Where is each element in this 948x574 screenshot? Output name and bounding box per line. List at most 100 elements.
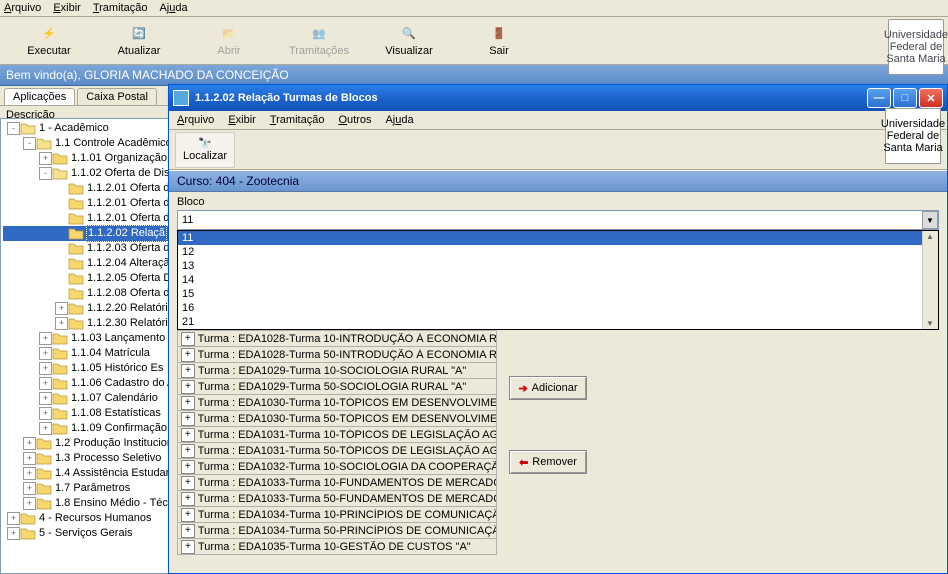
tramitacoes-icon: 👥 (312, 25, 326, 43)
dlg-menu-exibir[interactable]: Exibir (228, 114, 256, 126)
expand-toggle-icon[interactable]: + (23, 452, 36, 465)
bloco-option[interactable]: 21 (178, 315, 938, 329)
turma-row[interactable]: +Turma : EDA1031-Turma 10-TÓPICOS DE LEG… (177, 426, 497, 443)
atualizar-button[interactable]: 🔄 Atualizar (94, 21, 184, 61)
turma-row[interactable]: +Turma : EDA1033-Turma 50-FUNDAMENTOS DE… (177, 490, 497, 507)
sair-button[interactable]: 🚪 Sair (454, 21, 544, 61)
turma-row[interactable]: +Turma : EDA1029-Turma 10-SOCIOLOGIA RUR… (177, 362, 497, 379)
turma-row[interactable]: +Turma : EDA1033-Turma 10-FUNDAMENTOS DE… (177, 474, 497, 491)
folder-icon (68, 242, 84, 255)
expand-toggle-icon[interactable]: + (7, 527, 20, 540)
expand-toggle-icon[interactable]: - (23, 137, 36, 150)
dlg-menu-tramitacao[interactable]: Tramitação (270, 114, 325, 126)
scrollbar[interactable] (922, 231, 938, 329)
expand-toggle-icon[interactable]: + (7, 512, 20, 525)
tree-node-label: 4 - Recursos Humanos (38, 511, 153, 526)
dialog-icon (173, 90, 189, 106)
expand-icon[interactable]: + (181, 508, 195, 522)
localizar-button[interactable]: 🔭 Localizar (175, 132, 235, 168)
menu-exibir[interactable]: Exibir (53, 2, 81, 14)
folder-icon (68, 257, 84, 270)
dlg-menu-arquivo[interactable]: Arquivo (177, 114, 214, 126)
expand-toggle-icon[interactable]: + (23, 482, 36, 495)
expand-icon[interactable]: + (181, 428, 195, 442)
expand-icon[interactable]: + (181, 492, 195, 506)
bloco-option[interactable]: 13 (178, 259, 938, 273)
expand-toggle-icon[interactable]: + (39, 152, 52, 165)
expand-toggle-icon[interactable]: + (39, 422, 52, 435)
bloco-value[interactable]: 11 (177, 210, 939, 230)
bloco-option[interactable]: 16 (178, 301, 938, 315)
bloco-option[interactable]: 12 (178, 245, 938, 259)
turma-row[interactable]: +Turma : EDA1034-Turma 10-PRINCÍPIOS DE … (177, 506, 497, 523)
chevron-down-icon[interactable]: ▼ (922, 211, 938, 229)
lightning-icon: ⚡ (42, 25, 56, 43)
expand-toggle-icon[interactable]: + (55, 317, 68, 330)
bloco-option[interactable]: 15 (178, 287, 938, 301)
bloco-dropdown-list[interactable]: 11121314151621 (177, 230, 939, 330)
expand-toggle-icon[interactable]: + (39, 332, 52, 345)
dlg-menu-outros[interactable]: Outros (338, 114, 371, 126)
expand-toggle-icon[interactable]: + (23, 437, 36, 450)
tab-caixa-postal[interactable]: Caixa Postal (77, 88, 157, 105)
turma-row[interactable]: +Turma : EDA1030-Turma 10-TÓPICOS EM DES… (177, 394, 497, 411)
expand-icon[interactable]: + (181, 444, 195, 458)
expand-icon[interactable]: + (181, 540, 195, 554)
close-button[interactable]: ✕ (919, 88, 943, 108)
menu-arquivo[interactable]: AArquivorquivo (4, 2, 41, 14)
turma-row[interactable]: +Turma : EDA1031-Turma 50-TÓPICOS DE LEG… (177, 442, 497, 459)
expand-toggle-icon[interactable]: + (23, 497, 36, 510)
expand-toggle-icon[interactable]: + (39, 392, 52, 405)
executar-button[interactable]: ⚡ Executar (4, 21, 94, 61)
expand-toggle-icon[interactable]: - (39, 167, 52, 180)
expand-toggle-icon[interactable]: - (7, 122, 20, 135)
turma-label: Turma : EDA1029-Turma 10-SOCIOLOGIA RURA… (198, 365, 466, 377)
turma-label: Turma : EDA1034-Turma 10-PRINCÍPIOS DE C… (198, 509, 496, 521)
turma-row[interactable]: +Turma : EDA1028-Turma 50-INTRODUÇÃO À E… (177, 346, 497, 363)
dlg-menu-ajuda[interactable]: Ajuda (385, 114, 413, 126)
turma-label: Turma : EDA1029-Turma 50-SOCIOLOGIA RURA… (198, 381, 466, 393)
expand-icon[interactable]: + (181, 524, 195, 538)
folder-icon (20, 527, 36, 540)
welcome-bar: Bem vindo(a), GLORIA MACHADO DA CONCEIÇÃ… (0, 65, 948, 86)
turma-row[interactable]: +Turma : EDA1030-Turma 50-TÓPICOS EM DES… (177, 410, 497, 427)
turma-label: Turma : EDA1028-Turma 50-INTRODUÇÃO À EC… (198, 349, 496, 361)
main-menu-bar: AArquivorquivo Exibir Tramitação Ajuda (0, 0, 948, 17)
adicionar-button[interactable]: ➔ Adicionar (509, 376, 587, 400)
turma-row[interactable]: +Turma : EDA1034-Turma 50-PRINCÍPIOS DE … (177, 522, 497, 539)
expand-toggle-icon[interactable]: + (39, 347, 52, 360)
expand-icon[interactable]: + (181, 364, 195, 378)
turma-row[interactable]: +Turma : EDA1028-Turma 10-INTRODUÇÃO À E… (177, 330, 497, 347)
turmas-list[interactable]: +Turma : EDA1028-Turma 10-INTRODUÇÃO À E… (177, 330, 497, 554)
maximize-button[interactable]: □ (893, 88, 917, 108)
expand-toggle-icon[interactable]: + (23, 467, 36, 480)
expand-icon[interactable]: + (181, 348, 195, 362)
minimize-button[interactable]: — (867, 88, 891, 108)
turma-label: Turma : EDA1035-Turma 10-GESTÃO DE CUSTO… (198, 541, 471, 553)
tab-aplicacoes[interactable]: Aplicações (4, 88, 75, 105)
menu-tramitacao[interactable]: Tramitação (93, 2, 148, 14)
turma-row[interactable]: +Turma : EDA1035-Turma 10-GESTÃO DE CUST… (177, 538, 497, 555)
expand-icon[interactable]: + (181, 476, 195, 490)
expand-toggle-icon[interactable]: + (39, 362, 52, 375)
expand-toggle-icon[interactable]: + (55, 302, 68, 315)
expand-icon[interactable]: + (181, 380, 195, 394)
tree-node-label: 1.4 Assistência Estudar (54, 466, 170, 481)
bloco-option[interactable]: 14 (178, 273, 938, 287)
turma-row[interactable]: +Turma : EDA1029-Turma 50-SOCIOLOGIA RUR… (177, 378, 497, 395)
remover-button[interactable]: ⬅ Remover (509, 450, 587, 474)
expand-icon[interactable]: + (181, 332, 195, 346)
bloco-combobox[interactable]: 11 ▼ 11121314151621 (177, 210, 939, 230)
menu-ajuda[interactable]: Ajuda (159, 2, 187, 14)
turma-row[interactable]: +Turma : EDA1032-Turma 10-SOCIOLOGIA DA … (177, 458, 497, 475)
expand-icon[interactable]: + (181, 396, 195, 410)
expand-toggle-icon[interactable]: + (39, 377, 52, 390)
expand-icon[interactable]: + (181, 412, 195, 426)
expand-icon[interactable]: + (181, 460, 195, 474)
expand-toggle-icon[interactable]: + (39, 407, 52, 420)
dialog-titlebar[interactable]: 1.1.2.02 Relação Turmas de Blocos — □ ✕ (169, 85, 947, 111)
tree-node-label: 1.1.02 Oferta de Dis (70, 166, 170, 181)
visualizar-button[interactable]: 🔍 Visualizar (364, 21, 454, 61)
folder-icon (68, 287, 84, 300)
bloco-option[interactable]: 11 (178, 231, 938, 245)
